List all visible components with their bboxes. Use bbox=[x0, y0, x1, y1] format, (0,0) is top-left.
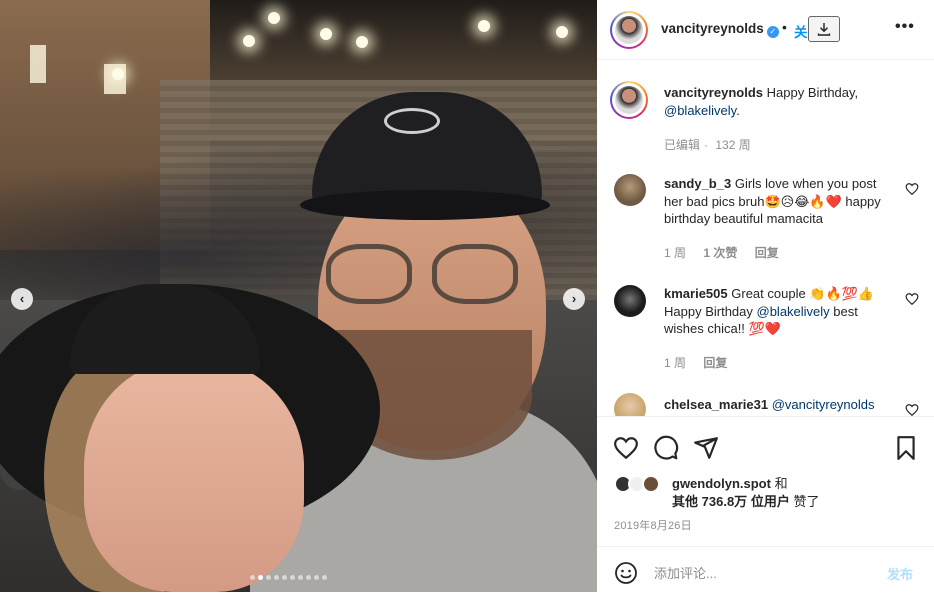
carousel-next-button[interactable]: › bbox=[563, 288, 585, 310]
photo-woman-face bbox=[84, 360, 304, 592]
post-comment-button[interactable]: 发布 bbox=[887, 564, 913, 583]
carousel-dot bbox=[322, 575, 327, 580]
caption-mention[interactable]: @blakelively bbox=[664, 103, 736, 118]
photo-lamp bbox=[112, 68, 124, 80]
download-icon bbox=[817, 23, 831, 36]
photo-window bbox=[30, 45, 46, 83]
avatar-ring-inner bbox=[612, 13, 646, 47]
photo-cap-logo bbox=[384, 108, 440, 134]
comment-like-heart-icon[interactable] bbox=[905, 403, 919, 416]
comment-avatar[interactable] bbox=[614, 174, 646, 206]
edited-label: 已编辑 bbox=[664, 138, 701, 152]
follow-button[interactable]: 关 bbox=[794, 21, 808, 41]
emoji-icon[interactable] bbox=[614, 561, 638, 585]
comment-time[interactable]: 1 周 bbox=[664, 356, 686, 370]
likes-others-suffix[interactable]: 位用户 bbox=[751, 494, 790, 509]
post-actions: gwendolyn.spot 和 其他 736.8万 位用户 赞了 2019年8… bbox=[597, 416, 934, 546]
post-date[interactable]: 2019年8月26日 bbox=[614, 517, 692, 533]
comment-meta: 1 周 1 次赞 回复 bbox=[664, 244, 793, 261]
comment-text: sandy_b_3 Girls love when you post her b… bbox=[664, 175, 894, 228]
reply-button[interactable]: 回复 bbox=[755, 246, 779, 260]
comment-meta: 1 周 回复 bbox=[664, 354, 741, 371]
comment-username[interactable]: chelsea_marie31 bbox=[664, 397, 768, 412]
comment-text: chelsea_marie31 @vancityreynolds bbox=[664, 396, 894, 414]
photo-lamp bbox=[243, 35, 255, 47]
liker-username[interactable]: gwendolyn.spot bbox=[672, 476, 771, 491]
reply-button[interactable]: 回复 bbox=[703, 356, 727, 370]
comment-username[interactable]: kmarie505 bbox=[664, 286, 728, 301]
author-username[interactable]: vancityreynolds bbox=[661, 21, 764, 36]
likes-and: 和 bbox=[774, 476, 788, 491]
caption-avatar[interactable] bbox=[610, 81, 648, 119]
post-header: vancityreynolds ✓ • 关 ••• bbox=[597, 0, 934, 60]
photo-glasses-left bbox=[326, 244, 412, 304]
comment-icon[interactable] bbox=[653, 435, 679, 461]
carousel-indicator bbox=[250, 575, 327, 580]
likes-count[interactable]: 736.8万 bbox=[702, 494, 748, 509]
post-photo[interactable]: ‹ › bbox=[0, 0, 597, 592]
comment-mention[interactable]: @vancityreynolds bbox=[772, 397, 875, 412]
photo-lamp bbox=[320, 28, 332, 40]
liker-avatar[interactable] bbox=[642, 475, 660, 493]
carousel-dot bbox=[258, 575, 263, 580]
share-icon[interactable] bbox=[693, 435, 719, 461]
comment-time[interactable]: 1 周 bbox=[664, 246, 686, 260]
carousel-dot bbox=[266, 575, 271, 580]
photo-glasses-right bbox=[432, 244, 518, 304]
comment-username[interactable]: sandy_b_3 bbox=[664, 176, 731, 191]
carousel-dot bbox=[314, 575, 319, 580]
carousel-dot bbox=[290, 575, 295, 580]
comment-avatar[interactable] bbox=[614, 285, 646, 317]
author-username-row: vancityreynolds ✓ bbox=[661, 21, 779, 38]
caption-body: Happy Birthday, bbox=[766, 85, 859, 100]
bookmark-icon[interactable] bbox=[893, 435, 919, 461]
comment-mention[interactable]: @blakelively bbox=[757, 304, 830, 319]
photo-lamp bbox=[478, 20, 490, 32]
photo-man-cap-brim bbox=[300, 190, 550, 220]
post-side-panel: vancityreynolds ✓ • 关 ••• vancityreynolds… bbox=[597, 0, 934, 597]
photo-lamp bbox=[556, 26, 568, 38]
carousel-dot bbox=[250, 575, 255, 580]
instagram-post-view: ‹ › vancityreynolds ✓ • 关 ••• vancityrey… bbox=[0, 0, 934, 597]
caption-username[interactable]: vancityreynolds bbox=[664, 85, 763, 100]
comment-likes[interactable]: 1 次赞 bbox=[703, 246, 737, 260]
carousel-dot bbox=[282, 575, 287, 580]
avatar-image bbox=[615, 16, 643, 44]
carousel-dot bbox=[274, 575, 279, 580]
photo-lamp bbox=[356, 36, 368, 48]
comment-text: kmarie505 Great couple 👏🔥💯👍 Happy Birthd… bbox=[664, 285, 894, 338]
likes-others-prefix[interactable]: 其他 bbox=[672, 494, 698, 509]
carousel-dot bbox=[306, 575, 311, 580]
header-separator: • bbox=[782, 19, 787, 35]
comment-like-heart-icon[interactable] bbox=[905, 182, 919, 196]
more-options-button[interactable]: ••• bbox=[895, 18, 915, 36]
photo-lamp bbox=[268, 12, 280, 24]
download-button[interactable] bbox=[808, 16, 840, 42]
comment-avatar[interactable] bbox=[614, 393, 646, 416]
caption-text: vancityreynolds Happy Birthday, @blakeli… bbox=[664, 84, 894, 119]
verified-icon: ✓ bbox=[766, 26, 779, 38]
comment-like-heart-icon[interactable] bbox=[905, 292, 919, 306]
carousel-prev-button[interactable]: ‹ bbox=[11, 288, 33, 310]
likes-summary: gwendolyn.spot 和 其他 736.8万 位用户 赞了 bbox=[614, 475, 934, 515]
author-avatar[interactable] bbox=[610, 11, 648, 49]
caption-time[interactable]: 132 周 bbox=[715, 138, 750, 152]
caption-trailing: . bbox=[736, 102, 740, 118]
comment-input[interactable] bbox=[654, 562, 874, 584]
likes-liked: 赞了 bbox=[793, 494, 820, 509]
caption-meta: 已编辑 · 132 周 bbox=[664, 138, 751, 152]
comment-composer: 发布 bbox=[597, 546, 934, 597]
likes-text: gwendolyn.spot 和 其他 736.8万 位用户 赞了 bbox=[672, 475, 819, 511]
carousel-dot bbox=[298, 575, 303, 580]
avatar-image bbox=[615, 86, 643, 114]
avatar-ring-inner bbox=[612, 83, 646, 117]
comments-list[interactable]: vancityreynolds Happy Birthday, @blakeli… bbox=[597, 61, 934, 416]
heart-icon[interactable] bbox=[613, 435, 639, 461]
